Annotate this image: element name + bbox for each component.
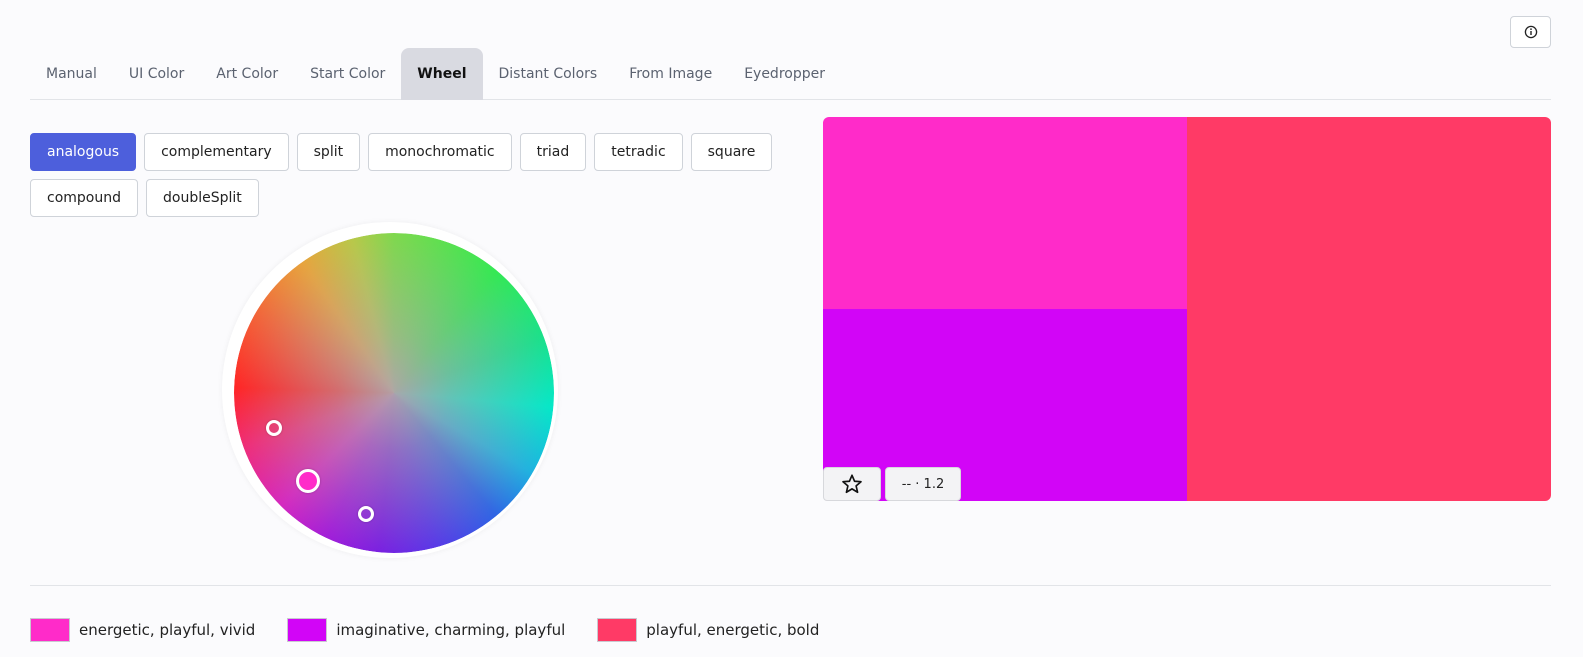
wheel-handle-primary[interactable] xyxy=(296,469,320,493)
legend-item: playful, energetic, bold xyxy=(597,618,819,642)
favorite-button[interactable] xyxy=(823,467,881,501)
color-legend: energetic, playful, vivid imaginative, c… xyxy=(30,618,819,642)
palette-swatch[interactable] xyxy=(1187,117,1551,501)
tab-start-color[interactable]: Start Color xyxy=(294,48,401,100)
tab-manual[interactable]: Manual xyxy=(30,48,113,100)
color-wheel-desaturation xyxy=(234,233,554,553)
legend-label: playful, energetic, bold xyxy=(646,621,820,639)
harmony-monochromatic-button[interactable]: monochromatic xyxy=(368,133,512,171)
tab-art-color[interactable]: Art Color xyxy=(200,48,294,100)
color-wheel[interactable] xyxy=(234,233,554,553)
legend-label: energetic, playful, vivid xyxy=(79,621,256,639)
harmony-analogous-button[interactable]: analogous xyxy=(30,133,137,171)
info-button[interactable] xyxy=(1510,16,1551,48)
harmony-split-button[interactable]: split xyxy=(296,133,361,171)
wheel-handle-secondary[interactable] xyxy=(266,420,282,436)
legend-swatch[interactable] xyxy=(30,618,70,642)
tab-ui-color[interactable]: UI Color xyxy=(113,48,200,100)
tab-from-image[interactable]: From Image xyxy=(613,48,728,100)
info-icon xyxy=(1524,25,1537,39)
harmony-buttons-row2: compound doubleSplit xyxy=(30,179,259,217)
legend-label: imaginative, charming, playful xyxy=(336,621,566,639)
star-icon xyxy=(842,474,862,494)
tab-distant-colors[interactable]: Distant Colors xyxy=(483,48,614,100)
palette-swatch[interactable] xyxy=(823,117,1187,309)
harmony-double-split-button[interactable]: doubleSplit xyxy=(146,179,259,217)
wheel-handle-secondary[interactable] xyxy=(358,506,374,522)
contrast-ratio-badge: -- · 1.2 xyxy=(885,467,961,501)
harmony-triad-button[interactable]: triad xyxy=(519,133,587,171)
divider xyxy=(30,585,1551,586)
legend-item: imaginative, charming, playful xyxy=(287,618,565,642)
harmony-complementary-button[interactable]: complementary xyxy=(144,133,289,171)
harmony-compound-button[interactable]: compound xyxy=(30,179,138,217)
harmony-tetradic-button[interactable]: tetradic xyxy=(594,133,683,171)
mode-tabs: Manual UI Color Art Color Start Color Wh… xyxy=(30,48,1551,100)
tab-wheel[interactable]: Wheel xyxy=(401,48,483,100)
tab-eyedropper[interactable]: Eyedropper xyxy=(728,48,841,100)
legend-swatch[interactable] xyxy=(287,618,328,642)
harmony-buttons: analogous complementary split monochroma… xyxy=(30,133,773,171)
legend-item: energetic, playful, vivid xyxy=(30,618,255,642)
palette-preview xyxy=(823,117,1551,501)
legend-swatch[interactable] xyxy=(597,618,638,642)
harmony-square-button[interactable]: square xyxy=(690,133,773,171)
